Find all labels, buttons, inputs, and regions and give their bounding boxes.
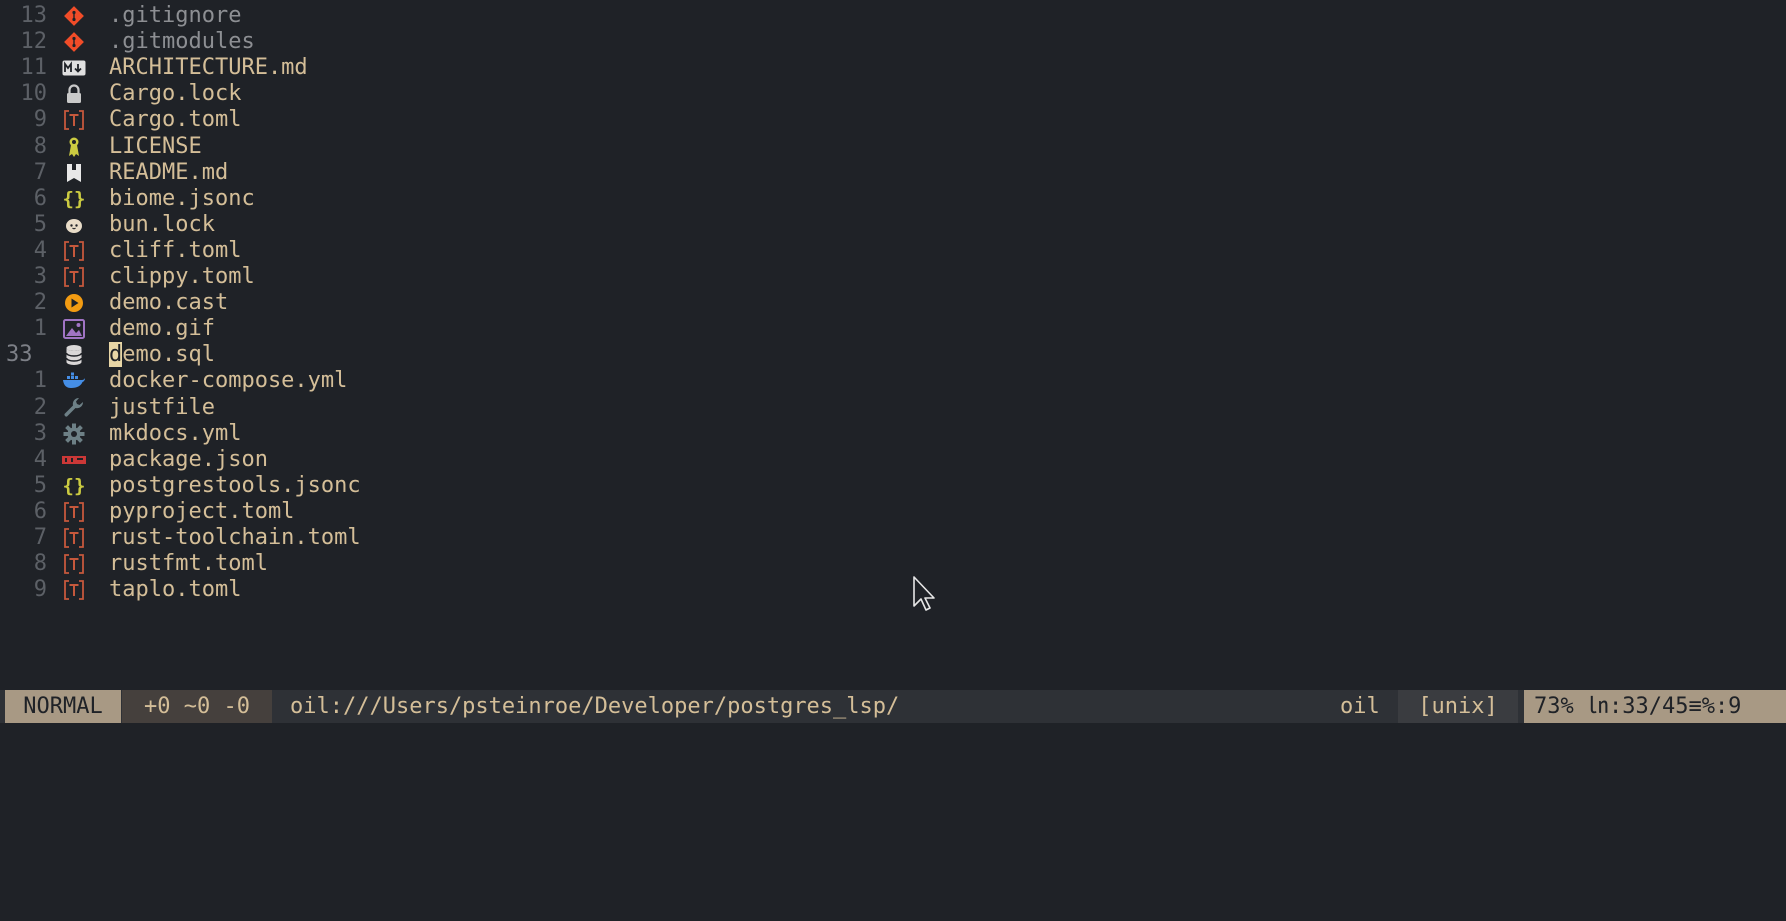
file-name[interactable]: taplo.toml (109, 575, 241, 605)
svg-text:{}: {} (63, 188, 86, 210)
toml-icon (62, 501, 86, 523)
git-diff-summary: +0 ~0 -0 (122, 690, 272, 723)
play-icon (62, 292, 86, 314)
database-icon (62, 344, 86, 366)
toml-icon (62, 553, 86, 575)
status-line: NORMAL +0 ~0 -0 oil:///Users/psteinroe/D… (0, 690, 1786, 723)
git-icon (62, 5, 86, 27)
bun-icon (62, 214, 86, 236)
line-number: 9 (33, 577, 47, 603)
json-icon: {} (62, 188, 86, 210)
fileformat-indicator: [unix] (1398, 690, 1518, 723)
text-cursor: d (109, 342, 123, 368)
svg-text:{}: {} (63, 475, 86, 497)
wrench-icon (62, 397, 86, 419)
command-line[interactable] (0, 723, 1786, 770)
filetype-indicator: oil (1340, 694, 1380, 719)
mode-indicator: NORMAL (5, 690, 121, 723)
license-icon (62, 136, 86, 158)
mouse-pointer-icon (913, 576, 935, 611)
toml-icon (62, 240, 86, 262)
file-entry[interactable]: 9 taplo.toml (0, 575, 1786, 605)
toml-icon (62, 109, 86, 131)
gear-icon (62, 423, 86, 445)
npm-icon (62, 449, 86, 471)
image-icon (62, 318, 86, 340)
git-icon (62, 31, 86, 53)
toml-icon (62, 527, 86, 549)
markdown-icon (62, 57, 86, 79)
toml-icon (62, 579, 86, 601)
lock-icon (62, 83, 86, 105)
file-browser-buffer[interactable]: 13 .gitignore 12 .gitmodules 11 ARCHITECTURE.… (0, 0, 1786, 690)
readme-icon (62, 162, 86, 184)
toml-icon (62, 266, 86, 288)
json-icon: {} (62, 475, 86, 497)
cursor-position: 73% ㏑:33/45≡%:9 (1524, 690, 1786, 723)
docker-icon (62, 370, 86, 392)
buffer-path: oil:///Users/psteinroe/Developer/postgre… (290, 694, 900, 719)
